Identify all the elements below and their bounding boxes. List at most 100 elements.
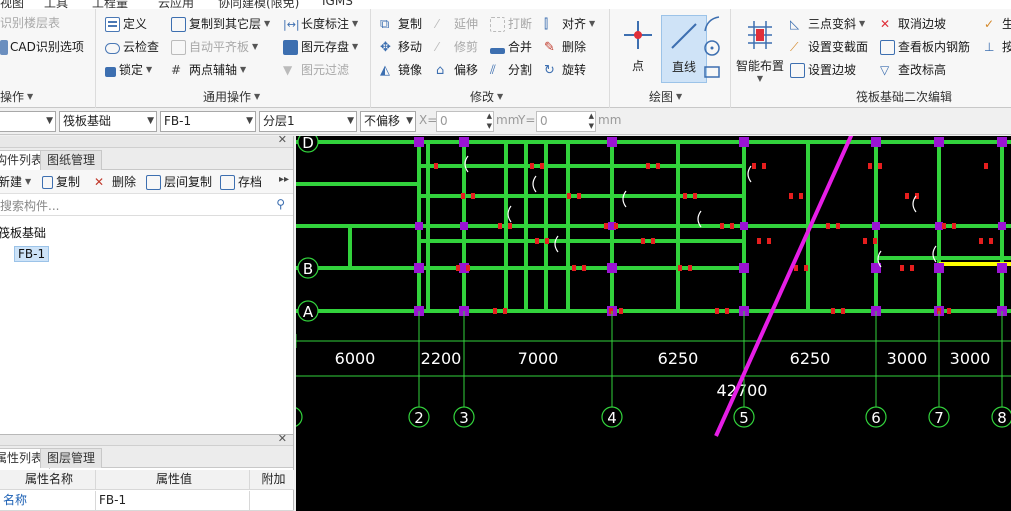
chevron-down-icon[interactable]: ▼ [676,92,682,101]
offset-mode-select[interactable]: 不偏移 ▼ [360,111,416,132]
chevron-down-icon[interactable]: ▼ [240,60,246,80]
chevron-down-icon[interactable]: ▼ [497,92,503,101]
two-point-axis-button[interactable]: # 两点辅轴 ▼ [171,60,246,80]
chevron-down-icon[interactable]: ▼ [264,14,270,34]
component-type-select[interactable]: 筏板基础 ▼ [59,111,157,132]
copy-component-button[interactable]: 复制 [42,172,80,192]
set-variable-section-button[interactable]: ⟋ 设置变截面 [790,37,868,57]
auto-align-slab-button[interactable]: 自动平齐板 ▼ [171,37,258,57]
cad-options-label: CAD识别选项 [10,40,84,54]
property-tabs: 属性列表 图层管理 [0,446,293,469]
y-unit: mm [598,113,622,127]
tree-category-raft[interactable]: 筏板基础 [0,224,46,241]
menu-item-tools[interactable]: 工具 [44,0,68,9]
chevron-down-icon[interactable]: ▼ [352,14,358,34]
define-button[interactable]: 定义 [105,14,147,34]
smart-layout-button[interactable]: 智能布置 ▼ [734,15,786,83]
structural-plan[interactable]: 6000 2200 7000 6250 6250 3000 3000 42700 2 3 4 5 6 7… [296,136,1011,511]
view-slab-rebar-button[interactable]: 查看板内钢筋 [880,37,970,57]
y-input[interactable]: 0 ▲ ▼ [536,111,596,132]
line-button[interactable]: 直线 [661,15,707,83]
menu-item-view[interactable]: 视图 [0,0,24,9]
component-name-select[interactable]: FB-1 ▼ [160,111,256,132]
menu-item-igms[interactable]: IGMS [322,0,353,8]
menu-item-cloud[interactable]: 云应用 [158,0,194,9]
property-row[interactable]: 名称 FB-1 [0,491,294,511]
extend-icon: ⁄ [436,16,439,31]
point-button[interactable]: 点 [615,15,661,83]
length-dimension-button[interactable]: |↔| 长度标注 ▼ [283,14,358,34]
split-button[interactable]: ⫽ 分割 [490,60,532,80]
chevron-down-icon[interactable]: ▼ [352,37,358,57]
element-save-button[interactable]: 图元存盘 ▼ [283,37,358,57]
rebar-tick [641,238,645,244]
spinner-icon[interactable]: ▲ ▼ [589,111,594,131]
chevron-down-icon[interactable]: ▼ [252,37,258,57]
element-filter-button[interactable]: ▼ 图元过滤 [283,60,349,80]
layer-select[interactable]: 分层1 ▼ [259,111,357,132]
smart-layout-icon-svg [748,21,772,49]
close-icon[interactable]: ✕ [278,432,287,445]
mirror-button[interactable]: ◭ 镜像 [380,60,422,80]
arc-icon[interactable] [703,15,721,33]
offset-button[interactable]: ⌂ 偏移 [436,60,478,80]
delete-button[interactable]: ✎ 删除 [544,37,586,57]
copy-to-other-layer-button[interactable]: 复制到其它层 ▼ [171,14,270,34]
chevron-down-icon[interactable]: ▼ [146,60,152,80]
generate-button[interactable]: ✓ 生 [984,14,1011,34]
trim-button[interactable]: ⁄ 修剪 [436,37,478,57]
set-edge-slope-button[interactable]: 设置边坡 [790,60,856,80]
chevron-down-icon[interactable]: ▼ [25,172,31,192]
break-button[interactable]: 打断 [490,14,532,34]
offset-label: 偏移 [454,63,479,77]
dimension-label: 6250 [658,349,699,368]
search-icon[interactable]: ⚲ [276,197,285,211]
chevron-down-icon: ▼ [347,116,354,126]
chevron-down-icon[interactable]: ▼ [734,74,786,83]
move-button[interactable]: ✥ 移动 [380,37,422,57]
delete-component-button[interactable]: ✕ 删除 [94,172,136,192]
x-input[interactable]: 0 ▲ ▼ [436,111,494,132]
cloud-check-button[interactable]: 云检查 [105,37,159,57]
close-icon[interactable]: ✕ [278,133,287,146]
tab-layer-management[interactable]: 图层管理 [40,448,103,468]
drawing-canvas[interactable]: 6000 2200 7000 6250 6250 3000 3000 42700 2 3 4 5 6 7… [296,136,1011,511]
cancel-edge-slope-button[interactable]: ✕ 取消边坡 [880,14,946,34]
align-button[interactable]: ⫿ 对齐 ▼ [544,14,595,34]
merge-button[interactable]: 合并 [490,37,532,57]
identify-floor-table-button[interactable]: 识别楼层表 [0,13,60,33]
menu-item-collab[interactable]: 协同建模(限免) [218,0,299,9]
copy-button[interactable]: ⧉ 复制 [380,14,422,34]
rebar-tick [789,193,793,199]
new-component-button[interactable]: 新建 ▼ [0,172,31,192]
three-point-slope-button[interactable]: ◺ 三点变斜 ▼ [790,14,865,34]
cad-group-label: 操作 [0,90,25,104]
tree-item-fb1[interactable]: FB-1 [14,246,50,262]
floor-copy-icon [146,174,161,190]
tab-drawing-management[interactable]: 图纸管理 [40,150,103,170]
menu-item-quantity[interactable]: 工程量 [92,0,128,9]
rectangle-icon[interactable] [703,63,721,81]
rotate-button[interactable]: ↻ 旋转 [544,60,586,80]
archive-button[interactable]: 存档 [220,172,262,192]
axis-row-label: D [302,136,314,152]
spinner-icon[interactable]: ▲ ▼ [487,111,492,131]
component-search-input[interactable]: 搜索构件... ⚲ [0,194,293,216]
cad-options-button[interactable]: CAD识别选项 [0,37,84,57]
edit-elevation-button[interactable]: ▽ 查改标高 [880,60,946,80]
more-icon[interactable]: ▸▸ [279,174,289,185]
rebar-tick [572,265,576,271]
floor-select[interactable]: ▼ [0,111,56,132]
press-button[interactable]: ⊥ 按 [984,37,1011,57]
extend-button[interactable]: ⁄ 延伸 [436,14,478,34]
chevron-down-icon[interactable]: ▼ [859,14,865,34]
chevron-down-icon[interactable]: ▼ [589,14,595,34]
circle-icon[interactable] [703,39,721,57]
offset-icon: ⌂ [436,62,445,78]
copy-between-floors-button[interactable]: 层间复制 [146,172,212,192]
lock-button[interactable]: 锁定 ▼ [105,60,152,80]
chevron-down-icon[interactable]: ▼ [254,92,260,101]
chevron-down-icon[interactable]: ▼ [27,92,33,101]
property-extra[interactable] [250,491,294,511]
property-value[interactable]: FB-1 [96,491,250,511]
